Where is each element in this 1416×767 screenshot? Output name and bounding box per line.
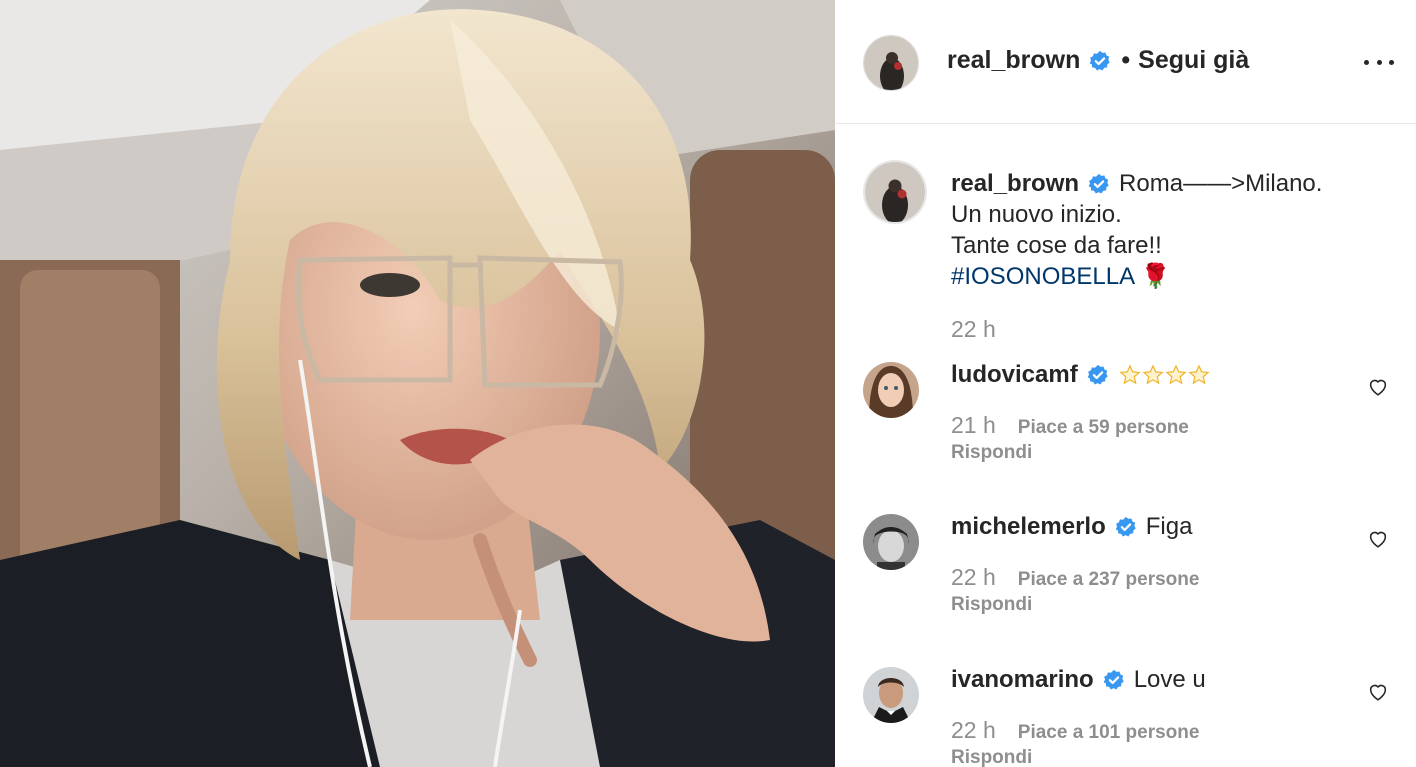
comment-timestamp[interactable]: 22 h — [951, 717, 996, 744]
more-dot — [1364, 59, 1369, 65]
verified-badge-icon — [1088, 173, 1109, 193]
star-emoji-icon — [1119, 364, 1141, 385]
reply-button[interactable]: Rispondi — [951, 594, 1032, 616]
caption-line-3: Tante cose da fare!! — [951, 232, 1162, 259]
reply-button[interactable]: Rispondi — [951, 747, 1032, 767]
caption-author-avatar[interactable] — [863, 160, 927, 224]
comment-meta: 21 h Piace a 59 persone — [951, 412, 1189, 439]
comment-item: ludovicamf 21 h Piace a 59 persone Rispo… — [863, 360, 1393, 480]
comment-avatar[interactable] — [863, 667, 919, 723]
comment-likes-link[interactable]: Piace a 237 persone — [1018, 569, 1200, 591]
comment-timestamp[interactable]: 21 h — [951, 412, 996, 439]
caption-timestamp[interactable]: 22 h — [951, 316, 996, 343]
verified-badge-icon — [1090, 50, 1111, 70]
caption-line-1: real_brown Roma——>Milano. — [951, 168, 1322, 199]
author-username[interactable]: real_brown — [947, 46, 1080, 75]
comment-text: ludovicamf — [951, 360, 1210, 390]
hashtag-link[interactable]: #IOSONOBELLA — [951, 263, 1134, 290]
heart-outline-icon[interactable] — [1367, 681, 1389, 703]
comment-username[interactable]: michelemerlo — [951, 512, 1106, 542]
more-dot — [1376, 59, 1382, 65]
author-avatar[interactable] — [863, 35, 919, 91]
more-options-icon[interactable] — [1364, 52, 1394, 72]
star-emoji-icon — [1188, 364, 1210, 385]
comment-avatar-image — [863, 667, 919, 723]
comment-body: Love u — [1133, 666, 1206, 693]
separator-dot: • — [1121, 46, 1131, 74]
comment-avatar[interactable] — [863, 362, 919, 418]
comment-text: michelemerlo Figa — [951, 512, 1192, 542]
comment-avatar-image — [863, 514, 919, 570]
more-dot — [1389, 59, 1394, 65]
caption-line-1-text: Roma——>Milano. — [1119, 170, 1323, 197]
caption-line-2: Un nuovo inizio. — [951, 201, 1122, 228]
comment-item: ivanomarino Love u 22 h Piace a 101 pers… — [863, 665, 1393, 767]
star-emoji-icon — [1165, 364, 1187, 385]
post-header: real_brown • Segui già — [835, 0, 1416, 124]
verified-badge-icon — [1115, 516, 1136, 537]
comment-avatar-image — [863, 362, 919, 418]
header-line: real_brown • Segui già — [947, 46, 1249, 75]
heart-outline-icon[interactable] — [1367, 528, 1389, 550]
caption-line-4: #IOSONOBELLA 🌹 — [951, 261, 1322, 292]
rose-emoji: 🌹 — [1140, 263, 1171, 290]
comment-meta: 22 h Piace a 237 persone — [951, 564, 1199, 591]
reply-button[interactable]: Rispondi — [951, 442, 1032, 464]
comment-meta: 22 h Piace a 101 persone — [951, 717, 1199, 744]
comment-likes-link[interactable]: Piace a 101 persone — [1018, 722, 1200, 744]
comment-text: ivanomarino Love u — [951, 665, 1206, 695]
comment-avatar[interactable] — [863, 514, 919, 570]
comment-username[interactable]: ivanomarino — [951, 665, 1094, 695]
comment-likes-link[interactable]: Piace a 59 persone — [1018, 417, 1189, 439]
author-avatar-image — [864, 36, 918, 90]
star-emoji-group — [1119, 364, 1210, 386]
selfie-photo — [0, 0, 835, 767]
follow-status-button[interactable]: Segui già — [1138, 46, 1249, 75]
comment-username[interactable]: ludovicamf — [951, 360, 1078, 390]
instagram-post-view: real_brown • Segui già real_brown Roma——… — [0, 0, 1416, 767]
verified-badge-icon — [1103, 669, 1124, 690]
comment-item: michelemerlo Figa 22 h Piace a 237 perso… — [863, 512, 1393, 632]
comment-timestamp[interactable]: 22 h — [951, 564, 996, 591]
star-emoji-icon — [1142, 364, 1164, 385]
heart-outline-icon[interactable] — [1367, 376, 1389, 398]
caption-avatar-image — [865, 162, 925, 222]
verified-badge-icon — [1087, 364, 1108, 385]
post-photo[interactable] — [0, 0, 835, 767]
comment-body: Figa — [1145, 513, 1193, 540]
caption-username[interactable]: real_brown — [951, 168, 1079, 199]
post-sidebar: real_brown • Segui già real_brown Roma——… — [835, 0, 1416, 767]
caption-text: real_brown Roma——>Milano. Un nuovo inizi… — [951, 168, 1322, 292]
